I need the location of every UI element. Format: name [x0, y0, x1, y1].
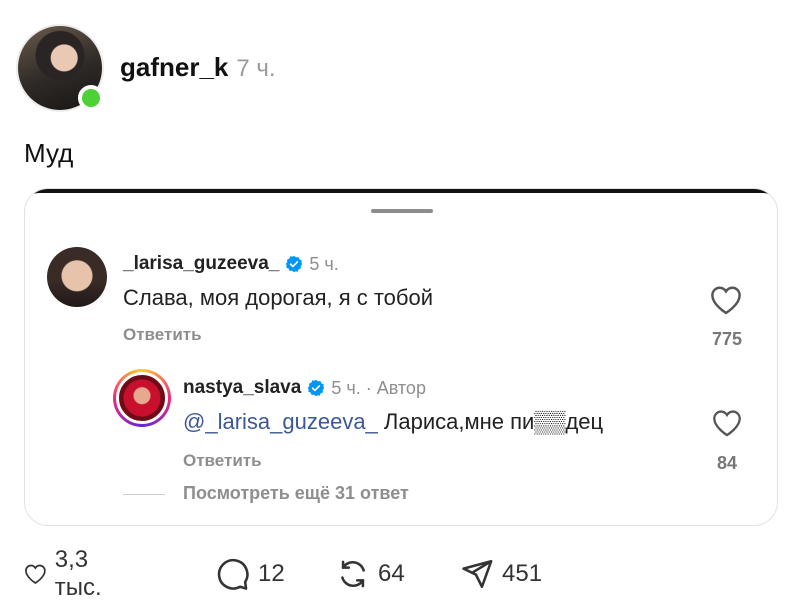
comment-action[interactable]: 12 [216, 556, 285, 592]
comment-time: 5 ч. [309, 253, 339, 274]
comment-avatar[interactable] [47, 247, 107, 307]
repost-icon [341, 560, 365, 588]
comment-username[interactable]: _larisa_guzeeva_ [123, 253, 279, 275]
verified-badge-icon [286, 255, 303, 273]
share-action[interactable]: 451 [460, 556, 542, 592]
heart-icon[interactable] [709, 285, 743, 315]
comments-screenshot-card: _larisa_guzeeva_ 5 ч. Слава, моя дорогая… [24, 188, 778, 526]
reply-text: @_larisa_guzeeva_ Лариса,мне пи▒▒дец [183, 409, 603, 435]
post-header: gafner_k 7 ч. [120, 52, 276, 83]
post-caption: Муд [24, 138, 74, 168]
reply-text-body: Лариса,мне пи▒▒дец [377, 409, 604, 434]
send-icon [462, 559, 493, 589]
repost-count: 64 [378, 560, 405, 587]
reply-button[interactable]: Ответить [183, 451, 262, 471]
drag-handle[interactable] [371, 209, 433, 213]
mention-link[interactable]: @_larisa_guzeeva_ [183, 409, 378, 434]
online-status-indicator [78, 85, 104, 111]
comment-like-count: 775 [711, 329, 743, 349]
reply-time: 5 ч. · Автор [331, 377, 426, 398]
share-count: 451 [502, 560, 543, 587]
comment-bubble-icon [217, 558, 249, 590]
reply-avatar-with-story-ring[interactable] [113, 369, 171, 427]
comment-header: _larisa_guzeeva_ 5 ч. [123, 253, 339, 275]
comment-text: Слава, моя дорогая, я с тобой [123, 285, 434, 310]
verified-badge-icon [308, 379, 325, 397]
heart-icon [25, 564, 46, 585]
like-count: 3,3 тыс. [54, 546, 102, 601]
card-top-edge [25, 189, 777, 203]
reply-header: nastya_slava 5 ч. · Автор [183, 377, 426, 399]
heart-icon[interactable] [711, 409, 743, 437]
repost-action[interactable]: 64 [336, 556, 405, 592]
view-more-replies-link[interactable]: Посмотреть ещё 31 ответ [183, 483, 409, 504]
reply-like-count: 84 [716, 453, 738, 473]
like-action[interactable]: 3,3 тыс. [24, 546, 113, 601]
post-username[interactable]: gafner_k [120, 52, 228, 83]
reply-username[interactable]: nastya_slava [183, 377, 301, 399]
post-time: 7 ч. [236, 55, 276, 82]
reply-button[interactable]: Ответить [123, 325, 202, 345]
comment-count: 12 [258, 560, 285, 587]
divider [123, 494, 165, 495]
